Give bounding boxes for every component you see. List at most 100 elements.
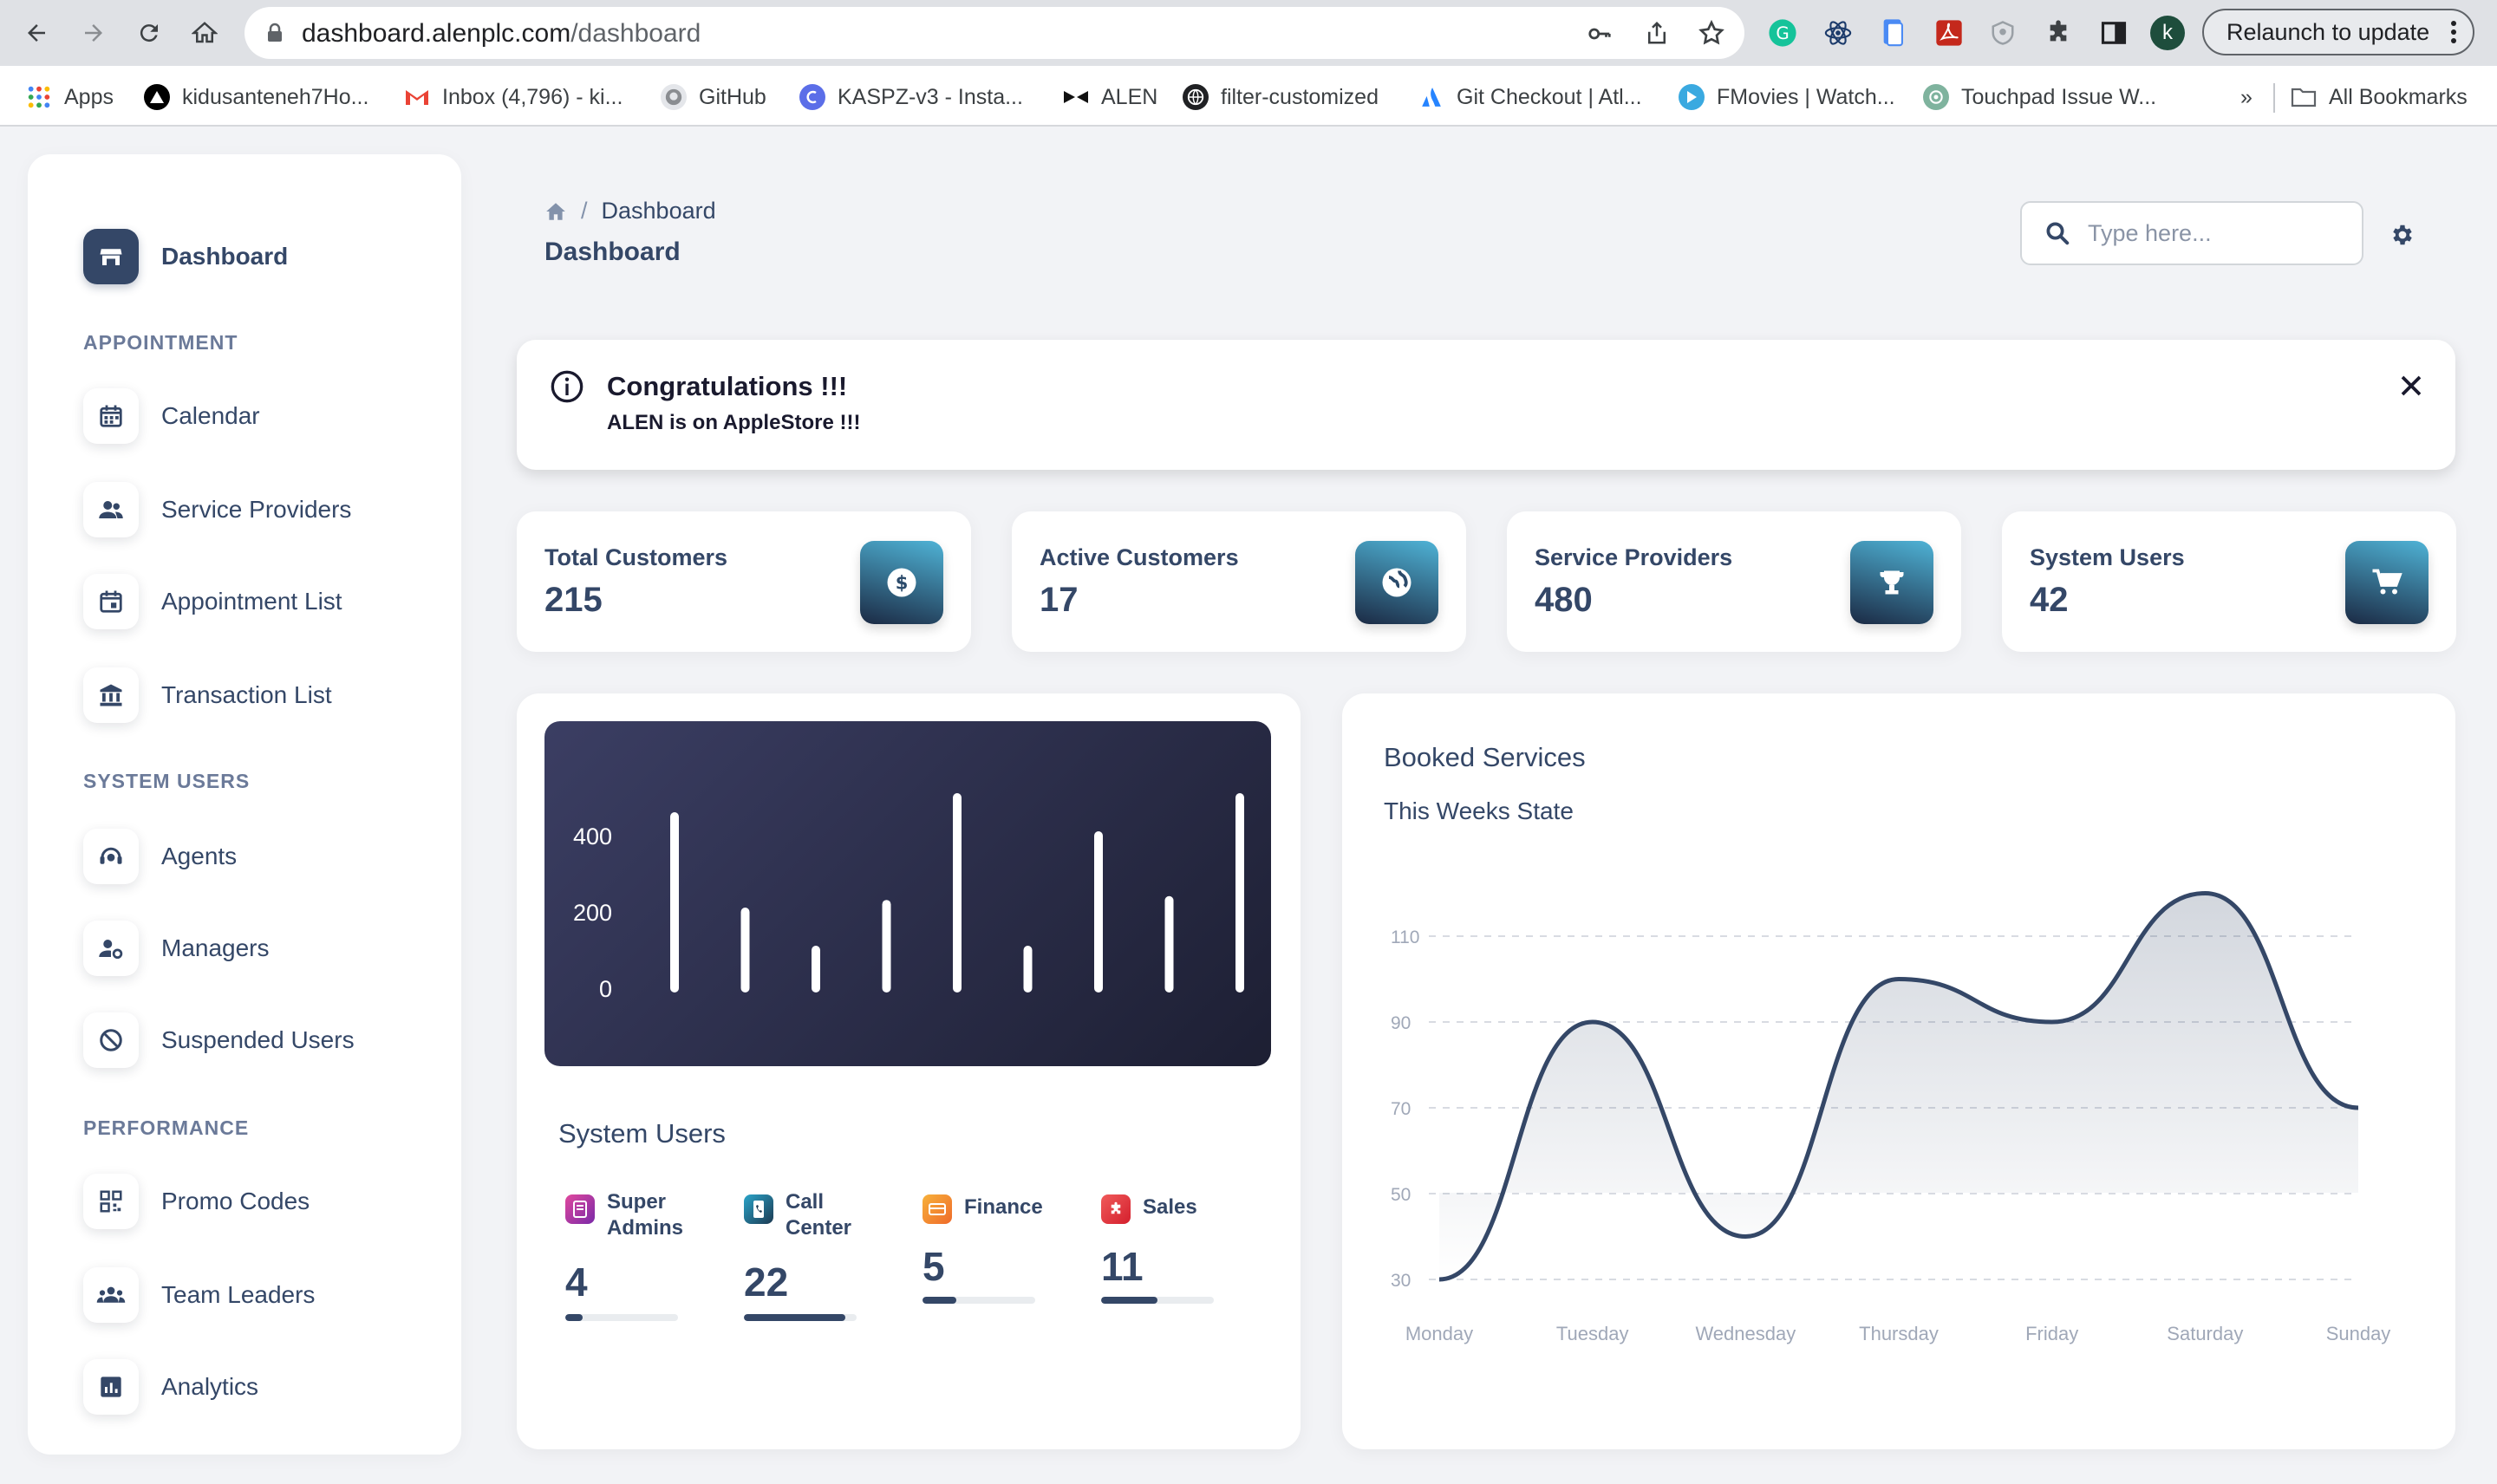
- stat-label: Service Providers: [1535, 544, 1733, 570]
- book-icon: [565, 1194, 595, 1224]
- address-bar[interactable]: dashboard.alenplc.com/dashboard: [244, 7, 1744, 59]
- x-tick-label: Wednesday: [1695, 1323, 1796, 1344]
- system-user-progress: [565, 1314, 678, 1321]
- side-panel-icon[interactable]: [2096, 16, 2131, 50]
- y-tick-label: 200: [573, 900, 612, 926]
- x-tick-label: Tuesday: [1556, 1323, 1629, 1344]
- sidebar-item-label: Suspended Users: [161, 1026, 355, 1053]
- bookmark-label: All Bookmarks: [2329, 84, 2468, 109]
- people-icon: [83, 482, 139, 537]
- bookmark-label: Touchpad Issue W...: [1961, 84, 2157, 109]
- bookmark-label: GitHub: [699, 84, 766, 109]
- bookmark-apps[interactable]: Apps: [26, 81, 114, 113]
- sidebar-item-managers[interactable]: Managers: [83, 919, 270, 978]
- bookmark-github[interactable]: GitHub: [661, 81, 766, 113]
- bar-chart: 0 200 400: [544, 721, 1271, 1066]
- progress-fill: [744, 1314, 845, 1321]
- sidebar-item-service-providers[interactable]: Service Providers: [83, 480, 351, 539]
- svg-text:$: $: [896, 573, 909, 594]
- bookmark-filter[interactable]: filter-customized: [1183, 81, 1379, 113]
- bookmark-touchpad[interactable]: Touchpad Issue W...: [1923, 81, 2156, 113]
- forward-button[interactable]: [75, 14, 113, 52]
- more-vert-icon: [2451, 21, 2457, 43]
- bookmark-label: Git Checkout | Atl...: [1457, 84, 1642, 109]
- progress-fill: [1101, 1297, 1157, 1304]
- system-user-stat-call-center: Call Center 22: [744, 1189, 909, 1321]
- sidebar-item-appointment-list[interactable]: Appointment List: [83, 572, 342, 631]
- bookmarks-overflow-button[interactable]: »: [2240, 81, 2253, 113]
- sidebar-item-label: Analytics: [161, 1373, 259, 1400]
- alert-title: Congratulations !!!: [607, 371, 848, 401]
- reload-button[interactable]: [130, 14, 168, 52]
- home-button[interactable]: [186, 14, 224, 52]
- stat-value: 42: [2030, 581, 2069, 619]
- home-icon[interactable]: [544, 201, 567, 222]
- instacart-icon: [799, 84, 825, 110]
- progress-fill: [565, 1314, 583, 1321]
- docs-extension-icon[interactable]: [1876, 16, 1911, 50]
- pdf-extension-icon[interactable]: [1932, 16, 1966, 50]
- bookmark-git-checkout[interactable]: Git Checkout | Atl...: [1418, 81, 1642, 113]
- share-icon[interactable]: [1644, 19, 1670, 47]
- stat-value: 215: [544, 581, 603, 619]
- play-icon: [1679, 84, 1705, 110]
- search-box[interactable]: [2020, 201, 2363, 265]
- sidebar-item-team-leaders[interactable]: Team Leaders: [83, 1266, 315, 1325]
- sidebar-item-agents[interactable]: Agents: [83, 827, 237, 886]
- puzzle-icon[interactable]: [2041, 16, 2076, 50]
- profile-avatar[interactable]: k: [2150, 16, 2185, 50]
- sidebar-item-label: Managers: [161, 934, 270, 961]
- bookmark-kaspz[interactable]: KASPZ-v3 - Insta...: [799, 81, 1023, 113]
- back-button[interactable]: [17, 14, 55, 52]
- gmail-icon: [404, 84, 430, 110]
- alert-message: ALEN is on AppleStore !!!: [607, 411, 861, 434]
- all-bookmarks-button[interactable]: All Bookmarks: [2291, 81, 2468, 113]
- line-chart-svg: 30 50 70 90 110 Monday Tuesday Wednesday Thursda…: [1391, 890, 2390, 1344]
- calendar-icon: [83, 388, 139, 444]
- home-icon: [192, 22, 218, 43]
- gear-icon[interactable]: [2389, 222, 2416, 248]
- search-input[interactable]: [2086, 218, 2350, 248]
- stat-value: 480: [1535, 581, 1593, 619]
- globe-icon: [1183, 84, 1209, 110]
- atlassian-icon: [1418, 84, 1444, 110]
- bookmarks-divider: [2273, 83, 2275, 113]
- system-user-stat-sales: Sales 11: [1101, 1189, 1266, 1304]
- sidebar-item-promo-codes[interactable]: Promo Codes: [83, 1172, 310, 1231]
- bookmark-label: KASPZ-v3 - Insta...: [838, 84, 1023, 109]
- y-tick-label: 110: [1391, 928, 1419, 947]
- apps-grid-icon: [26, 84, 52, 110]
- alen-logo-icon: [1063, 84, 1089, 110]
- y-tick-label: 400: [573, 823, 612, 849]
- react-devtools-icon[interactable]: [1821, 16, 1855, 50]
- openai-icon: [1923, 84, 1949, 110]
- cart-icon: [2345, 541, 2429, 624]
- store-icon: [83, 229, 139, 284]
- grammarly-icon[interactable]: G: [1765, 16, 1800, 50]
- manage-accounts-icon: [83, 921, 139, 976]
- bookmark-inbox[interactable]: Inbox (4,796) - ki...: [404, 81, 623, 113]
- sidebar-item-calendar[interactable]: Calendar: [83, 387, 260, 446]
- close-icon[interactable]: [2398, 373, 2424, 399]
- sidebar-section-title: PERFORMANCE: [83, 1116, 250, 1139]
- bookmark-alen[interactable]: ALEN: [1063, 81, 1157, 113]
- shield-extension-icon[interactable]: [1985, 16, 2020, 50]
- stat-label: Total Customers: [544, 544, 728, 570]
- phone-icon: [744, 1194, 773, 1224]
- sidebar-item-transaction-list[interactable]: Transaction List: [83, 666, 332, 725]
- star-icon[interactable]: [1698, 19, 1725, 47]
- y-tick-label: 0: [599, 976, 612, 1002]
- sidebar-item-label: Transaction List: [161, 681, 332, 708]
- relaunch-label: Relaunch to update: [2226, 18, 2430, 45]
- relaunch-button[interactable]: Relaunch to update: [2202, 9, 2474, 55]
- sidebar-item-dashboard[interactable]: Dashboard: [83, 229, 288, 284]
- system-user-stat-super-admins: Super Admins 4: [565, 1189, 730, 1321]
- sidebar-section-title: SYSTEM USERS: [83, 770, 251, 792]
- sidebar-item-suspended-users[interactable]: Suspended Users: [83, 1011, 355, 1070]
- stat-card-active-customers: Active Customers 17: [1012, 511, 1466, 652]
- sidebar-item-analytics[interactable]: Analytics: [83, 1357, 258, 1416]
- key-icon[interactable]: [1587, 21, 1613, 47]
- bookmark-kidus[interactable]: kidusanteneh7Ho...: [144, 81, 368, 113]
- bookmark-fmovies[interactable]: FMovies | Watch...: [1679, 81, 1895, 113]
- search-icon: [2046, 222, 2070, 245]
